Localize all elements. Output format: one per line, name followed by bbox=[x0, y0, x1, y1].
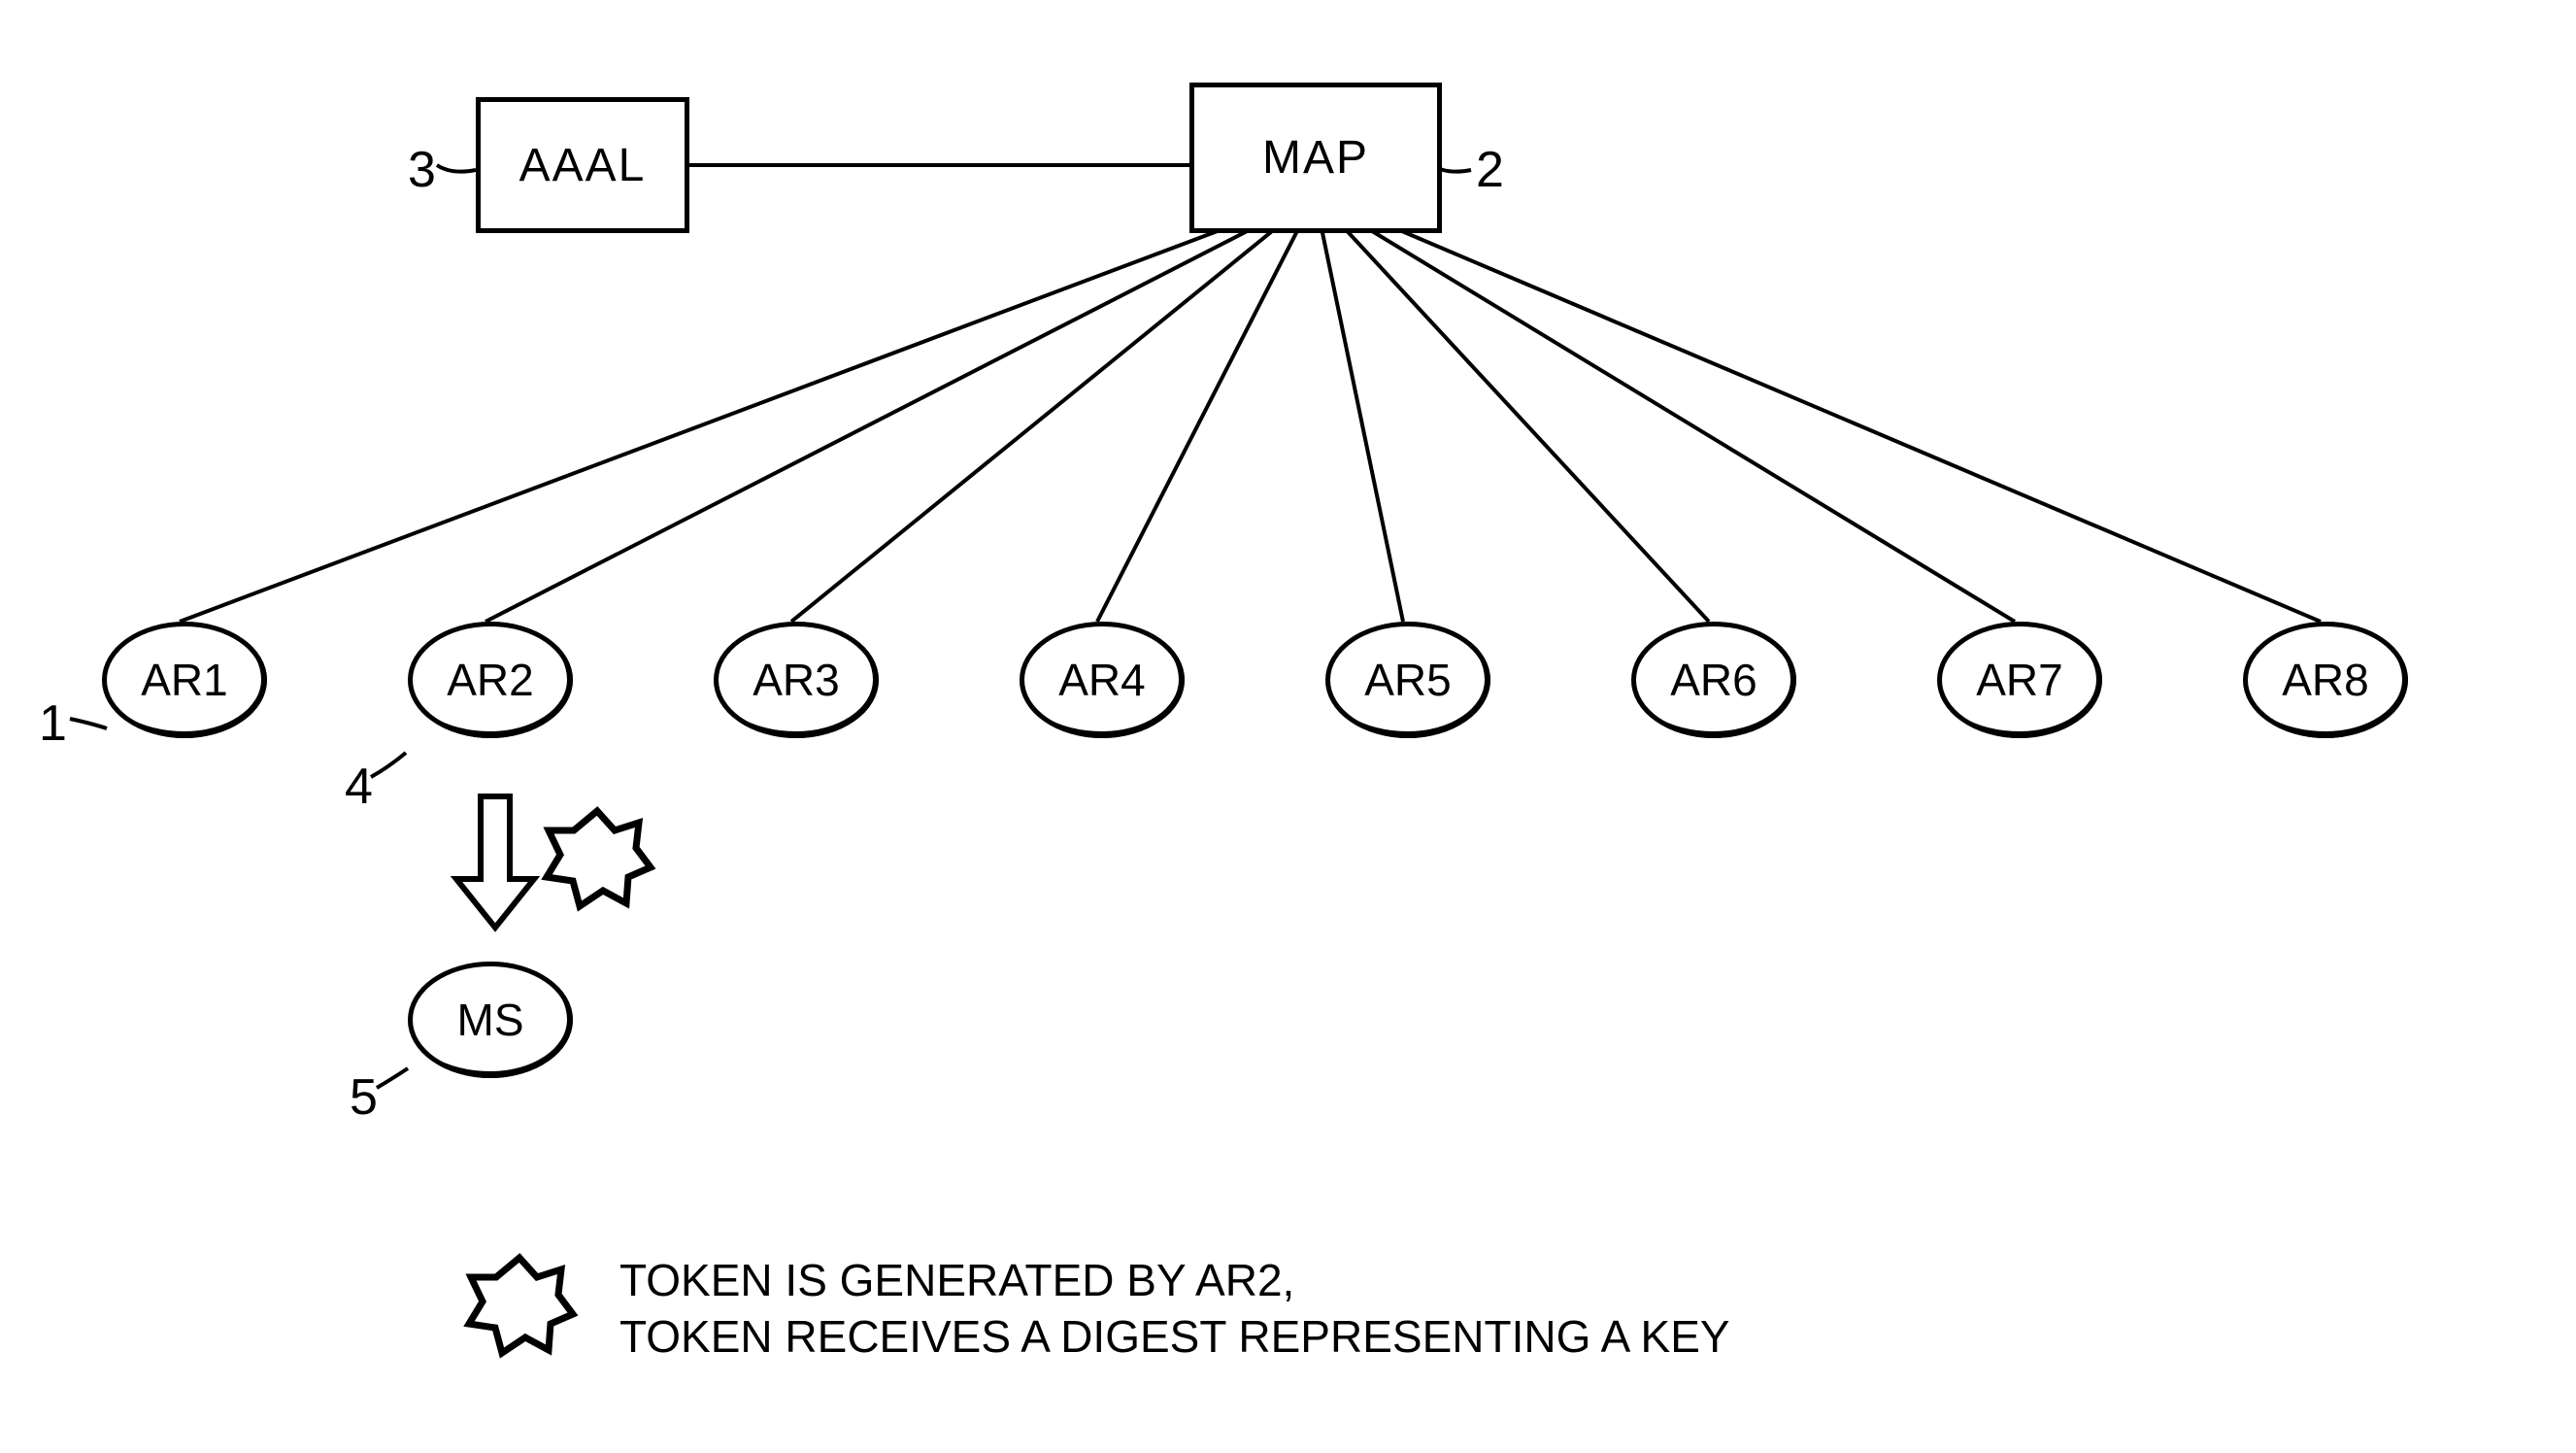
ar5-label: AR5 bbox=[1364, 654, 1451, 706]
ar1-ref: 1 bbox=[39, 694, 67, 753]
ar7-label: AR7 bbox=[1976, 654, 2062, 706]
legend-line1: TOKEN IS GENERATED BY AR2, bbox=[619, 1255, 1294, 1305]
ar8-label: AR8 bbox=[2282, 654, 2368, 706]
token-icon bbox=[544, 806, 651, 913]
aaal-label: AAAL bbox=[519, 139, 647, 192]
ar1-node: AR1 bbox=[102, 622, 267, 738]
map-label: MAP bbox=[1262, 131, 1369, 185]
map-box: MAP bbox=[1189, 83, 1442, 233]
aaal-ref: 3 bbox=[408, 141, 436, 199]
ar3-label: AR3 bbox=[753, 654, 839, 706]
aaal-box: AAAL bbox=[476, 97, 689, 233]
map-ref: 2 bbox=[1476, 141, 1504, 199]
ar6-node: AR6 bbox=[1631, 622, 1796, 738]
down-arrow-icon bbox=[456, 796, 534, 932]
ar3-node: AR3 bbox=[714, 622, 879, 738]
ar7-node: AR7 bbox=[1937, 622, 2102, 738]
ms-ref: 5 bbox=[350, 1068, 378, 1127]
ar2-label: AR2 bbox=[447, 654, 533, 706]
ar4-node: AR4 bbox=[1020, 622, 1185, 738]
ar8-node: AR8 bbox=[2243, 622, 2408, 738]
ms-label: MS bbox=[457, 994, 524, 1046]
legend-line2: TOKEN RECEIVES A DIGEST REPRESENTING A K… bbox=[619, 1311, 1730, 1362]
ar2-ref: 4 bbox=[345, 758, 373, 816]
ms-node: MS bbox=[408, 962, 573, 1078]
legend: TOKEN IS GENERATED BY AR2, TOKEN RECEIVE… bbox=[592, 1253, 1730, 1365]
ar5-node: AR5 bbox=[1325, 622, 1490, 738]
ar4-label: AR4 bbox=[1058, 654, 1145, 706]
ar2-node: AR2 bbox=[408, 622, 573, 738]
ar1-label: AR1 bbox=[141, 654, 227, 706]
ar6-label: AR6 bbox=[1670, 654, 1756, 706]
legend-text: TOKEN IS GENERATED BY AR2, TOKEN RECEIVE… bbox=[619, 1253, 1730, 1365]
